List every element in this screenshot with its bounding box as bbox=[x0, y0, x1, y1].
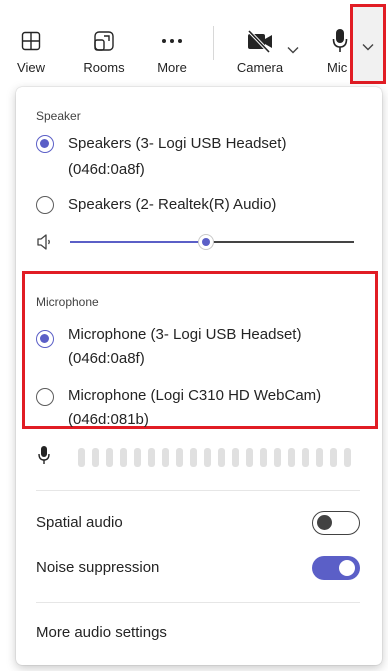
level-bar bbox=[190, 448, 197, 467]
divider bbox=[36, 490, 360, 491]
speaker-radio-1[interactable] bbox=[36, 135, 54, 153]
volume-track-empty bbox=[206, 241, 354, 243]
camera-label: Camera bbox=[236, 60, 284, 75]
level-bar bbox=[78, 448, 85, 467]
noise-suppression-label: Noise suppression bbox=[36, 559, 160, 576]
audio-settings-panel: Speaker Speakers (3- Logi USB Headset) (… bbox=[16, 87, 382, 665]
camera-options-chevron[interactable] bbox=[287, 41, 299, 59]
level-bar bbox=[288, 448, 295, 467]
toggle-knob bbox=[339, 560, 355, 576]
camera-off-icon bbox=[245, 28, 275, 54]
level-bar bbox=[218, 448, 225, 467]
level-bar bbox=[148, 448, 155, 467]
microphone-radio-2[interactable] bbox=[36, 388, 54, 406]
speaker-option-1-label: Speakers (3- Logi USB Headset) bbox=[68, 135, 287, 152]
rooms-button[interactable]: Rooms bbox=[78, 0, 130, 84]
microphone-icon bbox=[332, 28, 348, 54]
chevron-down-icon bbox=[287, 47, 299, 54]
meeting-toolbar: View Rooms More Camera Mic bbox=[0, 0, 388, 84]
spatial-audio-label: Spatial audio bbox=[36, 514, 123, 531]
level-bar bbox=[232, 448, 239, 467]
spatial-audio-toggle[interactable] bbox=[312, 511, 360, 535]
level-bar bbox=[260, 448, 267, 467]
audio-options-dropdown-button[interactable] bbox=[350, 4, 386, 84]
microphone-option-1-sublabel: (046d:0a8f) bbox=[68, 350, 145, 367]
microphone-option-2-label: Microphone (Logi C310 HD WebCam) bbox=[68, 387, 322, 404]
speaker-radio-2[interactable] bbox=[36, 196, 54, 214]
toolbar-divider bbox=[213, 26, 214, 60]
toggle-knob bbox=[317, 515, 332, 530]
level-bar bbox=[302, 448, 309, 467]
chevron-down-icon bbox=[362, 44, 374, 51]
more-button[interactable]: More bbox=[146, 0, 198, 84]
microphone-level-meter bbox=[78, 448, 351, 467]
level-bar bbox=[106, 448, 113, 467]
speaker-volume-icon bbox=[36, 233, 54, 256]
more-audio-settings-link[interactable]: More audio settings bbox=[36, 624, 167, 641]
mic-label: Mic bbox=[327, 60, 348, 75]
divider bbox=[36, 602, 360, 603]
microphone-option-1-label: Microphone (3- Logi USB Headset) bbox=[68, 326, 302, 343]
volume-track-filled bbox=[70, 241, 206, 243]
level-bar bbox=[246, 448, 253, 467]
level-bar bbox=[134, 448, 141, 467]
speaker-volume-slider[interactable] bbox=[70, 234, 354, 250]
microphone-option-2-sublabel: (046d:081b) bbox=[68, 411, 149, 428]
mic-button[interactable]: Mic bbox=[322, 0, 352, 84]
level-bar bbox=[204, 448, 211, 467]
grid-view-icon bbox=[21, 28, 41, 54]
microphone-caption: Microphone bbox=[36, 295, 99, 309]
speaker-option-1-sublabel: (046d:0a8f) bbox=[68, 161, 145, 178]
microphone-radio-1[interactable] bbox=[36, 330, 54, 348]
view-label: View bbox=[17, 60, 45, 75]
speaker-option-2-label: Speakers (2- Realtek(R) Audio) bbox=[68, 196, 277, 213]
rooms-label: Rooms bbox=[83, 60, 125, 75]
view-button[interactable]: View bbox=[11, 0, 51, 84]
rooms-icon bbox=[93, 28, 115, 54]
level-bar bbox=[330, 448, 337, 467]
more-label: More bbox=[157, 60, 187, 75]
camera-button[interactable]: Camera bbox=[232, 0, 288, 84]
level-bar bbox=[344, 448, 351, 467]
level-bar bbox=[274, 448, 281, 467]
level-bar bbox=[120, 448, 127, 467]
level-bar bbox=[92, 448, 99, 467]
volume-slider-thumb[interactable] bbox=[198, 234, 214, 250]
microphone-icon bbox=[38, 445, 50, 470]
level-bar bbox=[316, 448, 323, 467]
noise-suppression-toggle[interactable] bbox=[312, 556, 360, 580]
more-icon bbox=[161, 28, 183, 54]
level-bar bbox=[162, 448, 169, 467]
level-bar bbox=[176, 448, 183, 467]
speaker-caption: Speaker bbox=[36, 109, 81, 123]
